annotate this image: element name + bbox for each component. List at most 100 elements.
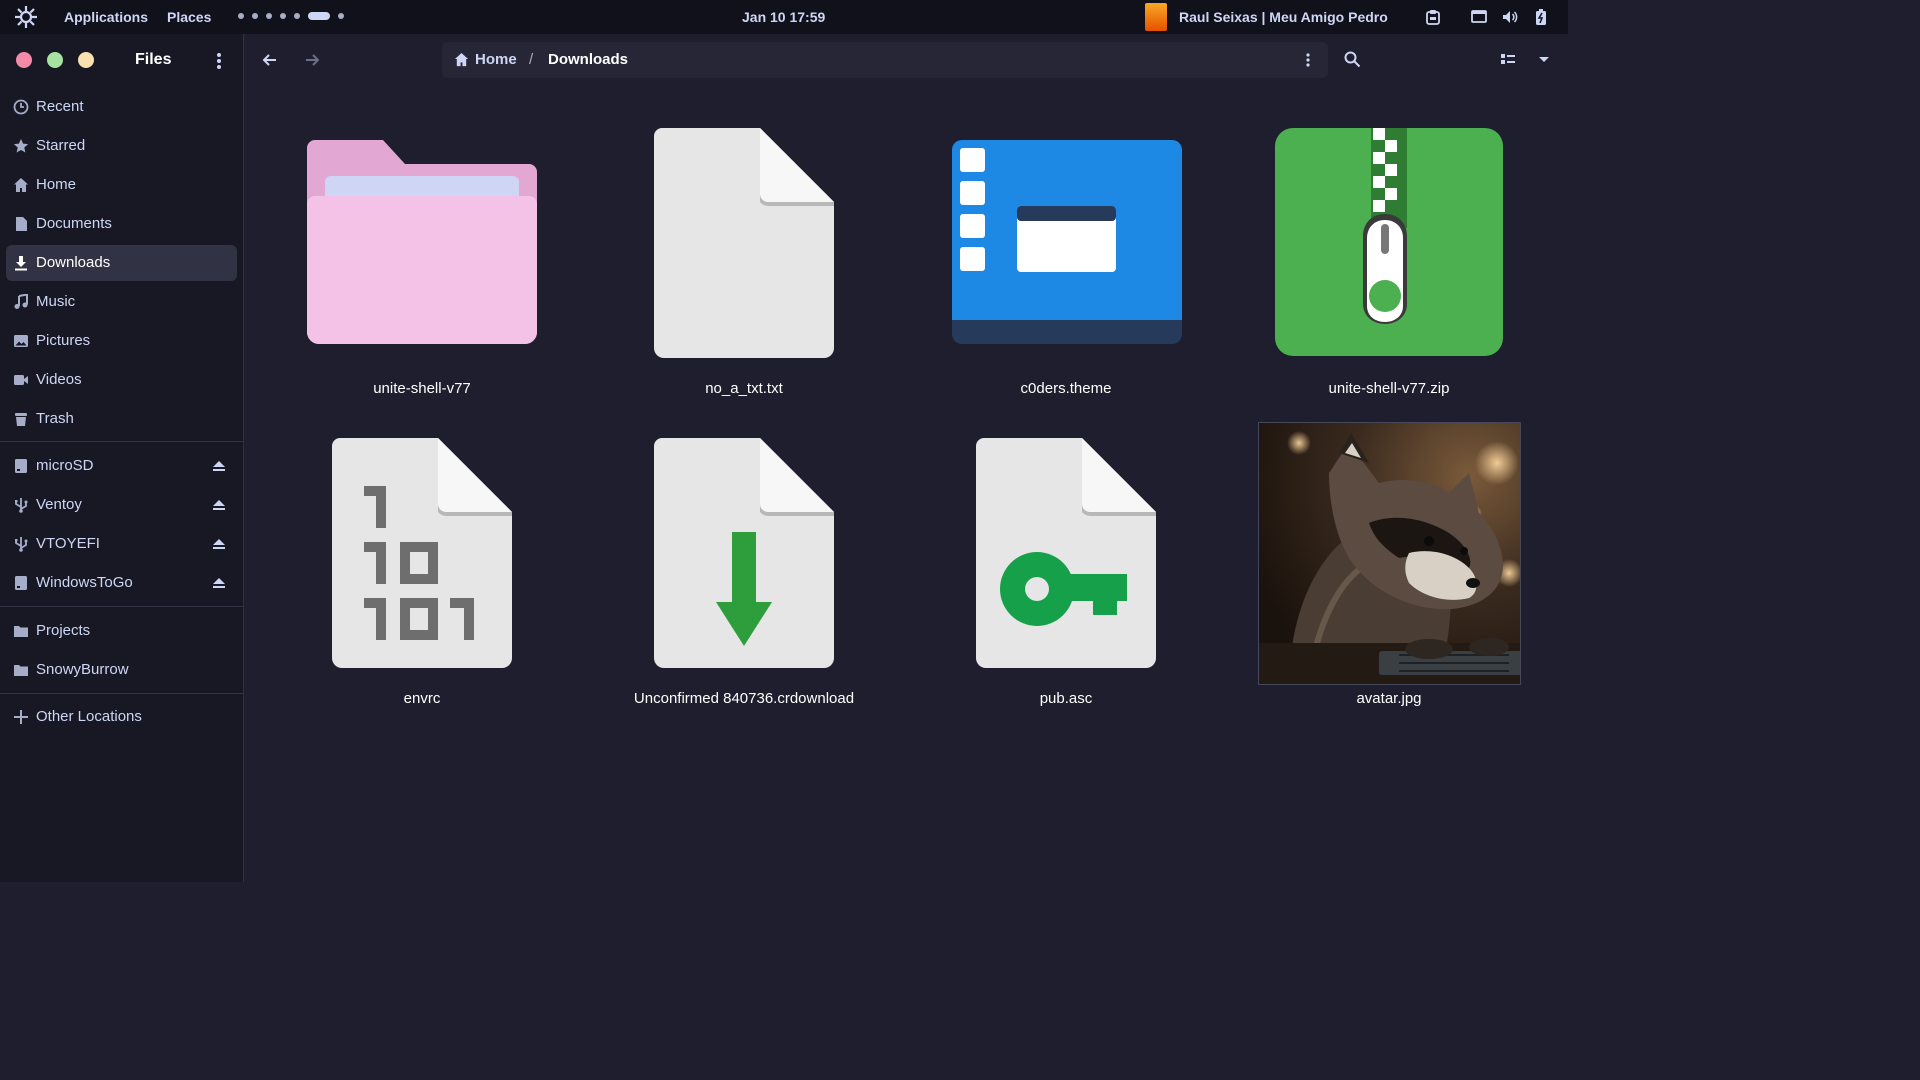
file-name: unite-shell-v77.zip [1328,380,1450,397]
sidebar-item-label: Trash [36,410,74,427]
plus-icon [14,710,28,724]
drive-icon [15,576,27,590]
drive-icon [15,459,27,473]
sidebar-item-label: Recent [36,98,84,115]
breadcrumb-separator: / [529,51,534,68]
file-item-key[interactable]: pub.asc [916,420,1216,720]
sidebar-item-microsd[interactable]: microSD [6,448,237,484]
theme-file-icon [952,140,1182,344]
file-item-theme[interactable]: c0ders.theme [916,110,1216,410]
sidebar-item-label: Ventoy [36,496,82,513]
battery-icon[interactable] [1533,9,1549,25]
file-name: unite-shell-v77 [373,380,471,397]
workspace-dot[interactable] [238,13,244,19]
breadcrumb-home[interactable]: Home [475,51,517,68]
file-item-folder[interactable]: unite-shell-v77 [272,110,572,410]
sidebar-item-label: SnowyBurrow [36,661,129,678]
music-icon [14,294,28,309]
sidebar-item-other-locations[interactable]: Other Locations [6,699,237,735]
usb-icon [15,537,28,552]
star-icon [13,139,29,153]
breadcrumb-downloads[interactable]: Downloads [548,51,628,68]
workspace-dot[interactable] [266,13,272,19]
file-item-binary[interactable]: envrc [272,420,572,720]
main-menu-icon[interactable] [213,51,225,71]
partial-download-icon [654,438,834,668]
eject-icon[interactable] [212,458,226,474]
sidebar-item-home[interactable]: Home [6,167,237,203]
maximize-button[interactable] [78,52,94,68]
workspace-dot[interactable] [294,13,300,19]
workspace-dot[interactable] [280,13,286,19]
clock[interactable]: Jan 10 17:59 [742,9,825,25]
path-bar: Home / Downloads [442,42,1328,78]
sidebar-item-label: Home [36,176,77,193]
workspace-indicator[interactable] [238,12,344,20]
file-item-text[interactable]: no_a_txt.txt [594,110,894,410]
image-thumbnail[interactable] [1258,422,1521,685]
sidebar-item-starred[interactable]: Starred [6,128,237,164]
file-name: c0ders.theme [1020,380,1112,397]
sidebar-item-label: microSD [36,457,94,474]
folder-icon [307,140,537,344]
forward-button[interactable] [302,50,322,70]
clock-icon [13,99,29,115]
sidebar-item-recent[interactable]: Recent [6,89,237,125]
sidebar-item-projects[interactable]: Projects [6,613,237,649]
home-icon [454,52,469,67]
file-item-zip[interactable]: unite-shell-v77.zip [1239,110,1539,410]
file-item-partial-download[interactable]: Unconfirmed 840736.crdownload [594,420,894,720]
workspace-dot-active[interactable] [308,12,330,20]
file-name: pub.asc [1039,690,1093,707]
sidebar-item-trash[interactable]: Trash [6,401,237,437]
file-name: envrc [403,690,441,707]
file-name: avatar.jpg [1356,690,1422,707]
sidebar-item-downloads[interactable]: Downloads [6,245,237,281]
sidebar-item-windowstogo[interactable]: WindowsToGo [6,565,237,601]
system-menu-icon[interactable] [13,5,39,29]
eject-icon[interactable] [212,536,226,552]
volume-icon[interactable] [1502,9,1518,25]
top-panel: Applications Places Jan 10 17:59 Raul Se… [0,0,1568,34]
view-options-chevron-icon[interactable] [1535,50,1553,68]
eject-icon[interactable] [212,497,226,513]
sidebar-divider [0,606,244,607]
video-icon [14,375,28,385]
back-button[interactable] [260,50,280,70]
text-file-icon [654,128,834,358]
sidebar-item-documents[interactable]: Documents [6,206,237,242]
minimize-button[interactable] [47,52,63,68]
trash-icon [15,413,27,426]
workspace-dot[interactable] [252,13,258,19]
sidebar-item-music[interactable]: Music [6,284,237,320]
album-art[interactable] [1145,3,1167,31]
close-button[interactable] [16,52,32,68]
sidebar-item-pictures[interactable]: Pictures [6,323,237,359]
sidebar: Files Recent Starred Home Documents Down… [0,34,244,882]
sidebar-item-videos[interactable]: Videos [6,362,237,398]
download-icon [15,256,27,271]
picture-icon [14,335,28,347]
eject-icon[interactable] [212,575,226,591]
screen-icon[interactable] [1471,9,1487,25]
sidebar-item-snowyburrow[interactable]: SnowyBurrow [6,652,237,688]
search-icon[interactable] [1343,50,1361,68]
sidebar-item-label: Videos [36,371,82,388]
document-icon [16,217,27,231]
workspace-dot[interactable] [338,13,344,19]
sidebar-item-ventoy[interactable]: Ventoy [6,487,237,523]
zip-archive-icon [1275,128,1503,356]
sidebar-item-label: Other Locations [36,708,142,725]
media-title[interactable]: Raul Seixas | Meu Amigo Pedro [1179,9,1388,25]
sidebar-item-label: VTOYEFI [36,535,100,552]
clipboard-icon[interactable] [1425,9,1441,25]
places-menu[interactable]: Places [167,9,211,25]
sidebar-item-label: Downloads [36,254,111,271]
folder-icon [14,626,28,637]
applications-menu[interactable]: Applications [64,9,148,25]
view-list-icon[interactable] [1499,50,1517,68]
sidebar-item-label: WindowsToGo [36,574,133,591]
sidebar-item-vtoyefi[interactable]: VTOYEFI [6,526,237,562]
sidebar-item-label: Projects [36,622,91,639]
path-menu-icon[interactable] [1302,52,1314,68]
